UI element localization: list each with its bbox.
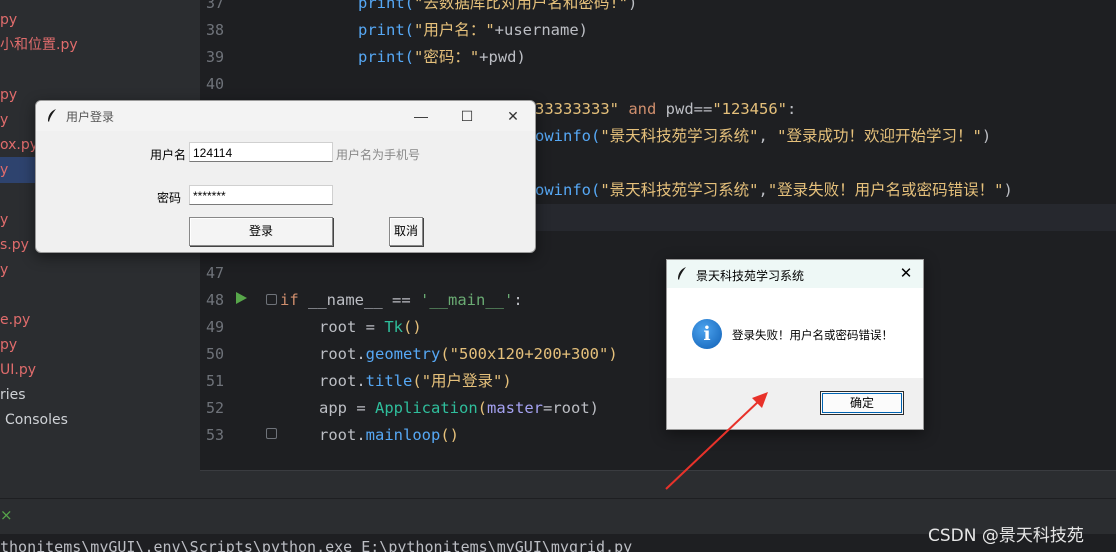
code-line: if __name__ == '__main__': [280,291,523,309]
sidebar-file-item[interactable]: py [0,334,17,356]
login-titlebar[interactable]: 用户登录 — ☐ ✕ [36,101,535,131]
watermark: CSDN @景天科技苑 [928,526,1084,546]
username-label: 用户名 [149,148,186,162]
code-line: root.title("用户登录") [319,372,512,390]
sidebar-file-item[interactable]: s.py [0,234,29,256]
cancel-button[interactable]: 取消 [389,217,423,246]
sidebar-file-item[interactable]: y [0,159,8,181]
line-number: 49 [205,318,224,336]
sidebar-file-item[interactable]: 小和位置.py [0,34,78,56]
dialog-message: 登录失败！用户名或密码错误！ [732,330,893,342]
username-hint: 用户名为手机号 [336,148,421,162]
code-line: print("密码："+pwd) [358,48,526,66]
code-line: root.mainloop() [319,426,459,444]
message-dialog: 景天科技苑学习系统 ✕ i 登录失败！用户名或密码错误！ 确定 [666,259,924,430]
line-number: 47 [205,264,224,282]
code-line: root.geometry("500x120+200+300") [319,345,618,363]
sidebar-file-item[interactable]: y [0,209,8,231]
close-button[interactable]: ✕ [490,101,535,131]
editor-horizontal-scrollbar[interactable] [200,470,1116,499]
dialog-titlebar[interactable]: 景天科技苑学习系统 ✕ [667,260,923,288]
tk-feather-icon [678,267,686,280]
fold-icon[interactable] [266,428,277,439]
code-line: 33333333" and pwd=="123456": [535,100,797,118]
dialog-title: 景天科技苑学习系统 [696,269,805,283]
close-console-icon[interactable]: × [0,506,13,524]
line-number: 37 [205,0,224,12]
password-label: 密码 [156,191,181,205]
line-number: 38 [205,21,224,39]
line-number: 52 [205,399,224,417]
code-line: owinfo("景天科技苑学习系统","登录失败！用户名或密码错误！") [535,181,1013,199]
line-number: 40 [205,75,224,93]
line-number: 53 [205,426,224,444]
maximize-button[interactable]: ☐ [444,101,490,131]
password-input[interactable]: ******* [189,185,333,205]
code-line: print("去数据库比对用户名和密码!") [358,0,638,12]
sidebar-file-item[interactable]: ox.py [0,134,38,156]
login-window: 用户登录 — ☐ ✕ 用户名 124114 用户名为手机号 密码 *******… [35,100,536,253]
info-icon: i [692,319,722,349]
minimize-button[interactable]: — [398,101,444,131]
login-window-title: 用户登录 [66,110,115,124]
code-line: app = Application(master=root) [319,399,599,417]
sidebar-file-item[interactable]: ries [0,384,26,406]
ok-button[interactable]: 确定 [820,391,904,415]
sidebar-file-item[interactable]: e.py [0,309,30,331]
fold-icon[interactable] [266,294,277,305]
login-button[interactable]: 登录 [189,217,333,246]
line-number: 39 [205,48,224,66]
code-line: print("用户名："+username) [358,21,588,39]
line-number: 51 [205,372,224,390]
sidebar-file-item[interactable]: py [0,84,17,106]
sidebar-file-item[interactable]: py [0,9,17,31]
line-number: 50 [205,345,224,363]
sidebar-file-item[interactable]: y [0,259,8,281]
sidebar-file-item[interactable]: y [0,109,8,131]
tk-feather-icon [48,109,56,122]
sidebar-file-item[interactable]: UI.py [0,359,36,381]
code-line: owinfo("景天科技苑学习系统", "登录成功！欢迎开始学习！") [535,127,992,145]
dialog-close-button[interactable]: ✕ [889,260,923,288]
sidebar-file-item[interactable]: Consoles [5,409,68,431]
username-input[interactable]: 124114 [189,142,333,162]
code-line: root = Tk() [319,318,422,336]
run-gutter-icon[interactable] [236,292,247,304]
line-number: 48 [205,291,224,309]
